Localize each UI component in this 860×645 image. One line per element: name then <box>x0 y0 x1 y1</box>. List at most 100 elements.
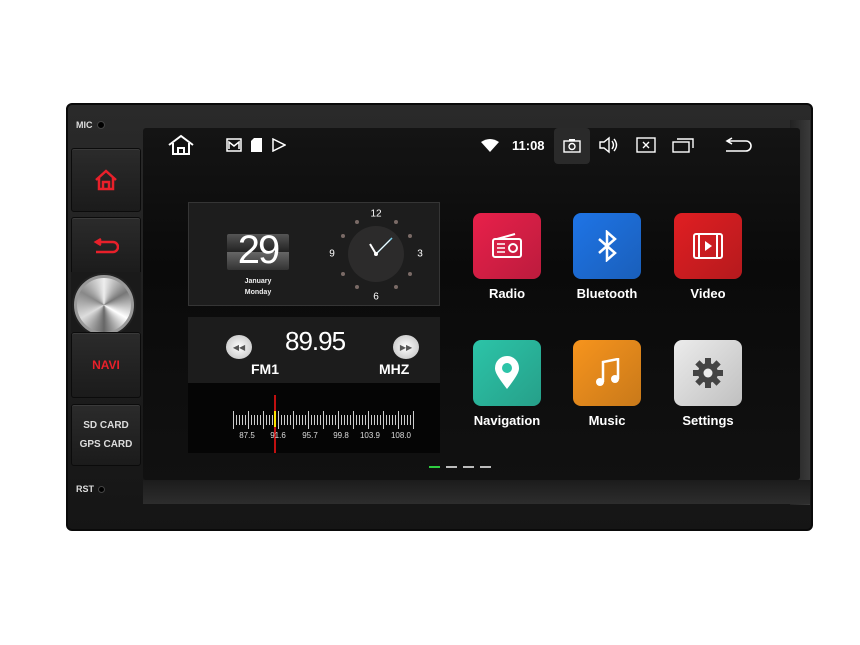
scale-tick <box>332 415 333 425</box>
scale-tick <box>374 415 375 425</box>
mic-label: MIC <box>76 120 93 130</box>
dial-dot <box>341 272 345 276</box>
radio-unit: MHZ <box>379 361 410 377</box>
volume-knob[interactable] <box>74 275 134 335</box>
clock-time: 11:08 <box>512 138 545 153</box>
scale-tick <box>260 415 261 425</box>
app-label-navigation: Navigation <box>473 413 541 428</box>
page-indicator[interactable] <box>480 466 491 468</box>
scale-tick <box>392 415 393 425</box>
scale-tick <box>401 415 402 425</box>
card-slots: SD CARD GPS CARD <box>71 404 141 466</box>
video-icon <box>693 233 723 259</box>
app-label-radio: Radio <box>488 286 526 301</box>
scale-tick <box>257 415 258 425</box>
music-note-icon <box>596 358 620 386</box>
scale-tick <box>341 415 342 425</box>
scale-label: 87.5 <box>239 431 255 440</box>
app-settings[interactable] <box>674 340 742 406</box>
prev-station-button[interactable]: ◀◀ <box>226 335 252 359</box>
bluetooth-icon <box>598 230 617 262</box>
page-indicator[interactable] <box>463 466 474 468</box>
scale-tick <box>353 411 354 429</box>
map-pin-icon <box>495 356 519 389</box>
scale-tick <box>413 411 414 429</box>
volume-icon[interactable] <box>598 136 620 154</box>
sd-card-label: SD CARD <box>83 420 129 431</box>
scale-tick <box>317 415 318 425</box>
reset[interactable]: RST <box>76 484 105 494</box>
scale-tick <box>383 411 384 429</box>
gallery-icon <box>226 138 242 152</box>
app-label-video: Video <box>690 286 726 301</box>
scale-tick <box>233 411 234 429</box>
scale-tick <box>236 415 237 425</box>
scale-tick <box>326 415 327 425</box>
app-navigation[interactable] <box>473 340 541 406</box>
frequency-scale[interactable]: 87.5 91.6 95.7 99.8 103.9 108.0 <box>188 383 440 453</box>
dial-12: 12 <box>370 208 382 220</box>
dial-dot <box>394 285 398 289</box>
page-indicator-active[interactable] <box>429 466 440 468</box>
scale-tick <box>344 415 345 425</box>
scale-tick <box>263 411 264 429</box>
scale-label: 91.6 <box>270 431 286 440</box>
scale-tick <box>299 415 300 425</box>
scale-label: 99.8 <box>333 431 349 440</box>
screenshot-button[interactable] <box>554 128 590 164</box>
scale-tick <box>278 411 279 429</box>
scale-tick <box>254 415 255 425</box>
dial-dot <box>355 220 359 224</box>
scale-tick <box>245 415 246 425</box>
gps-card-label: GPS CARD <box>79 439 133 450</box>
scale-tick <box>398 411 399 429</box>
app-radio[interactable] <box>473 213 541 279</box>
gear-icon <box>693 358 723 388</box>
lower-bezel <box>143 480 810 504</box>
radio-frequency: 89.95 <box>285 326 346 356</box>
dial-dot <box>341 234 345 238</box>
dial-dot <box>394 220 398 224</box>
date-weekday: Monday <box>244 289 272 296</box>
mic-hole-icon <box>96 121 105 129</box>
navi-button[interactable]: NAVI <box>71 332 141 398</box>
scale-label: 108.0 <box>390 431 412 440</box>
scale-tick <box>404 415 405 425</box>
scale-tick <box>296 415 297 425</box>
app-video[interactable] <box>674 213 742 279</box>
scale-label: 95.7 <box>302 431 318 440</box>
scale-tick <box>395 415 396 425</box>
home-icon <box>95 169 117 191</box>
mic: MIC <box>76 120 105 130</box>
page-indicator[interactable] <box>446 466 457 468</box>
scale-tick <box>365 415 366 425</box>
next-station-button[interactable]: ▶▶ <box>393 335 419 359</box>
sd-card-icon <box>251 138 262 152</box>
scale-tick <box>377 415 378 425</box>
scale-tick <box>323 411 324 429</box>
scale-tick <box>281 415 282 425</box>
close-window-icon[interactable] <box>636 137 656 153</box>
recent-apps-icon[interactable] <box>672 137 694 153</box>
scale-tick <box>308 411 309 429</box>
home-icon[interactable] <box>167 134 195 156</box>
scale-tick <box>320 415 321 425</box>
radio-icon <box>492 233 522 258</box>
dial-dot <box>408 272 412 276</box>
scale-tick <box>350 415 351 425</box>
home-hardware-button[interactable] <box>71 148 141 212</box>
scale-tick <box>248 411 249 429</box>
back-icon <box>93 238 119 254</box>
clock-hands <box>369 237 393 256</box>
scale-label: 103.9 <box>359 431 381 440</box>
scale-tick <box>311 415 312 425</box>
back-hardware-button[interactable] <box>71 217 141 275</box>
dial-3: 3 <box>417 248 423 260</box>
app-label-bluetooth: Bluetooth <box>576 286 638 301</box>
app-music[interactable] <box>573 340 641 406</box>
scale-tick <box>335 415 336 425</box>
app-bluetooth[interactable] <box>573 213 641 279</box>
back-icon[interactable] <box>724 137 752 153</box>
scale-tick <box>380 415 381 425</box>
scale-tick <box>242 415 243 425</box>
